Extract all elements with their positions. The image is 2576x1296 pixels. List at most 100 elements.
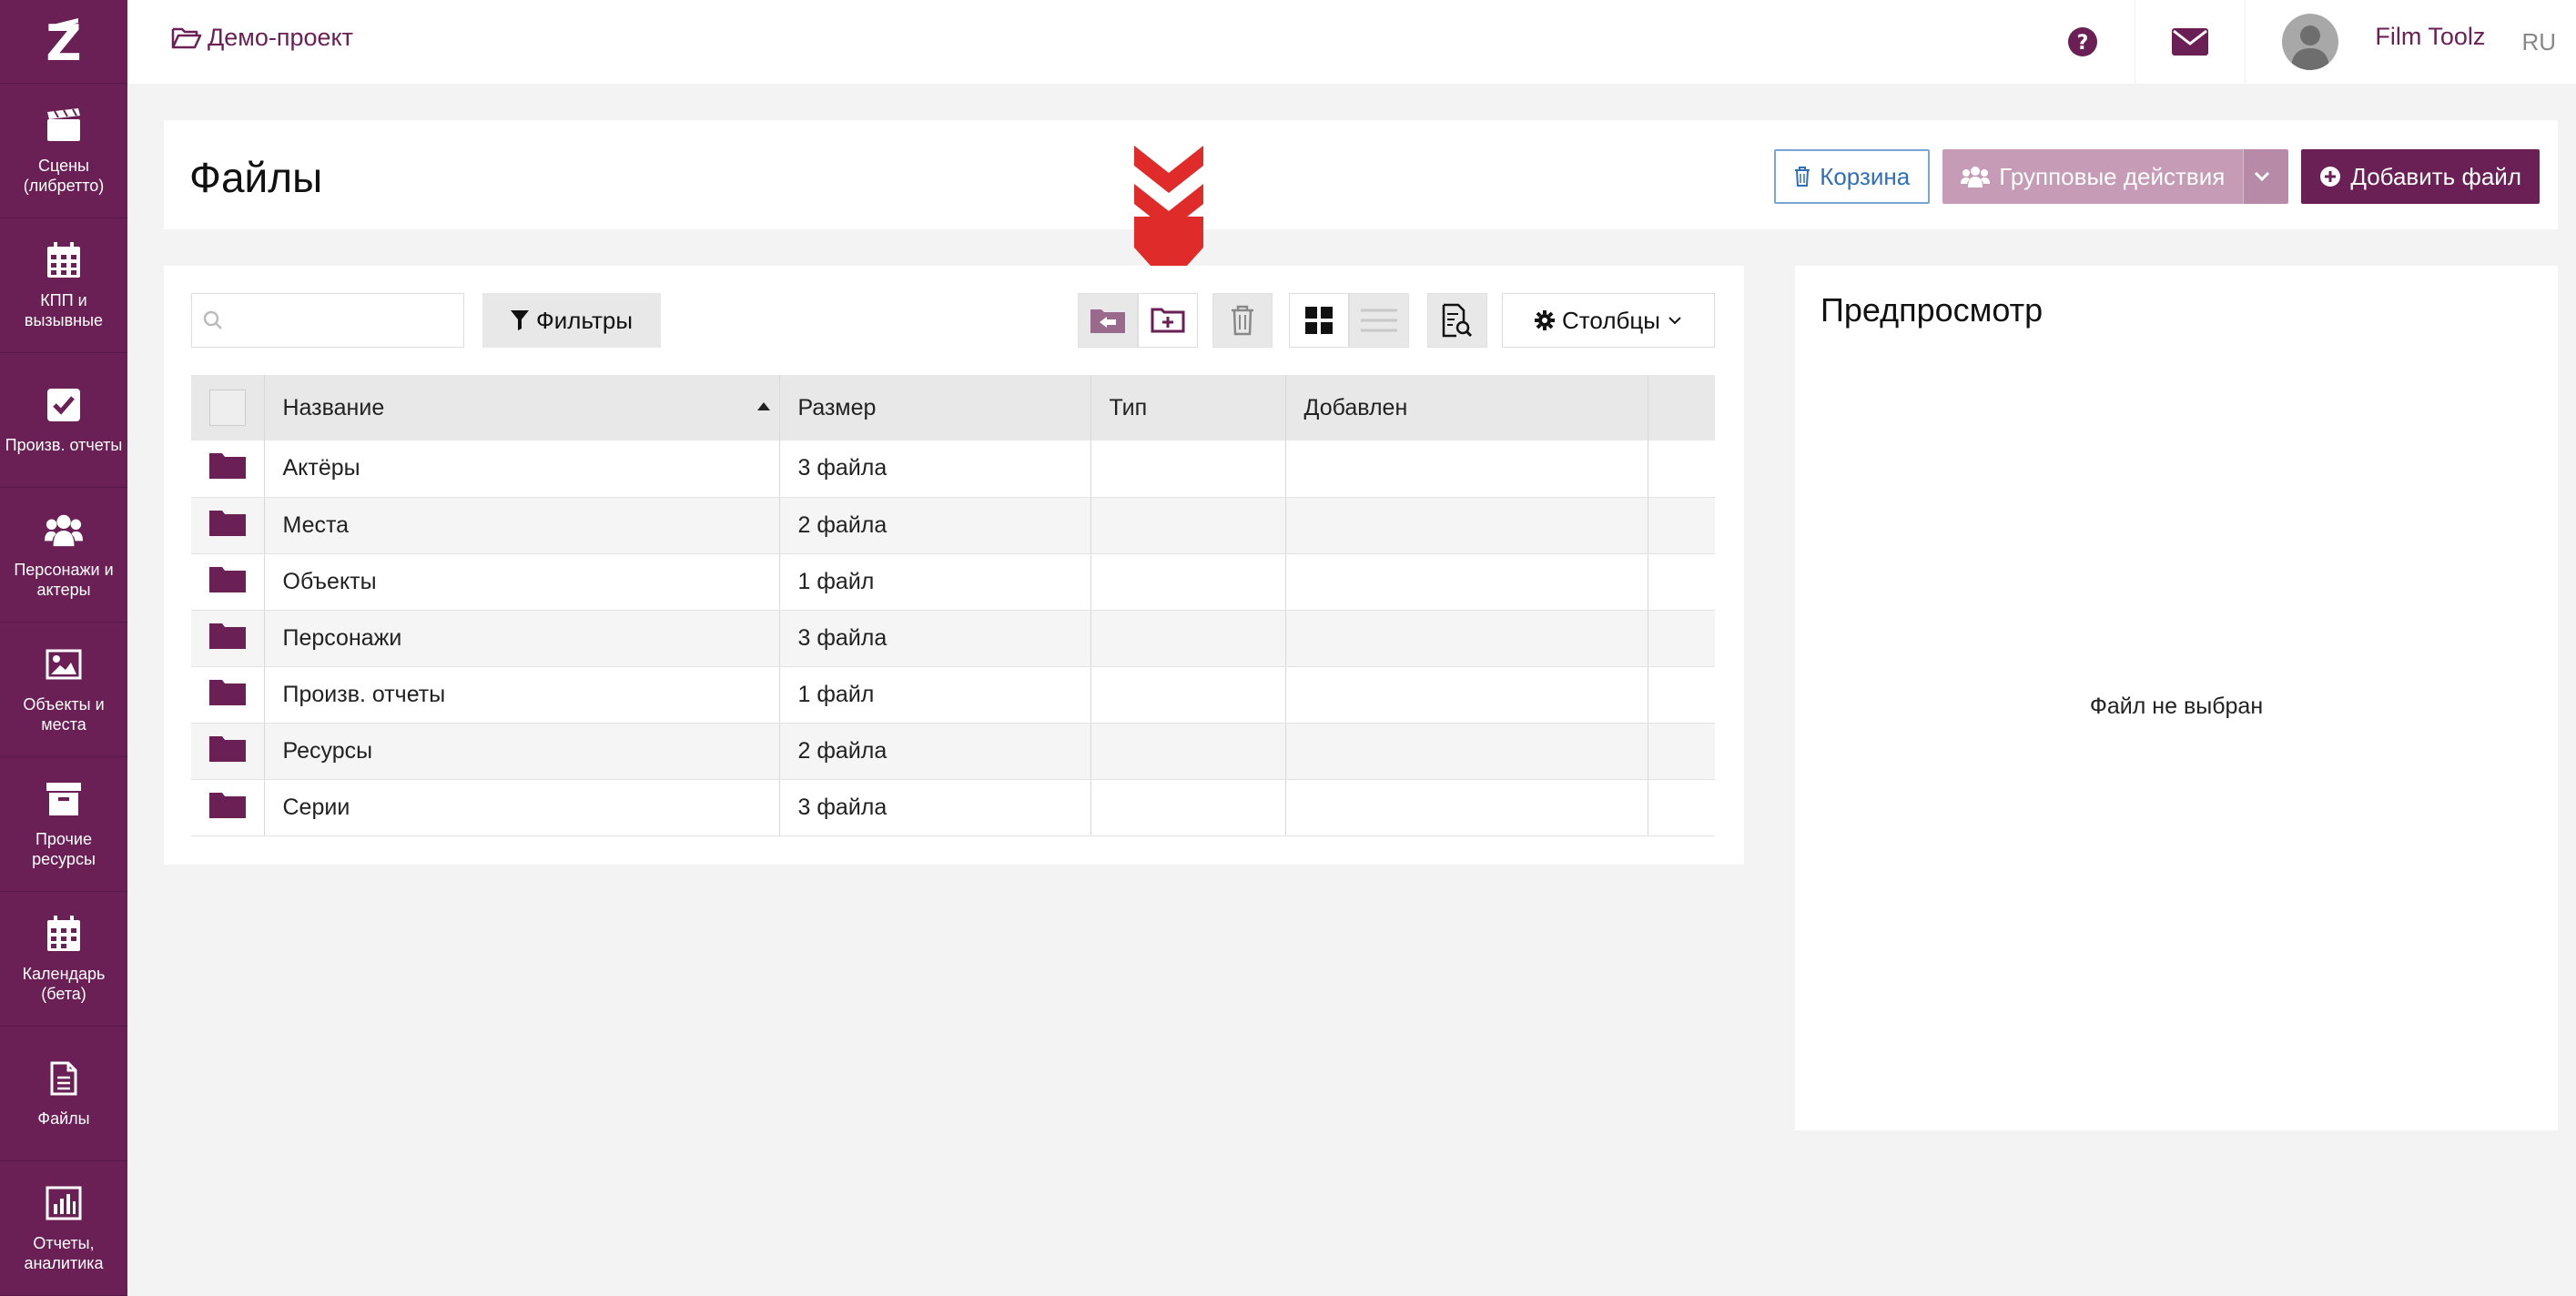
cell-type — [1090, 440, 1286, 498]
users-icon — [1961, 167, 1991, 187]
sidebar-item-label: КПП и вызывные — [24, 290, 104, 329]
cell-size: 2 файла — [779, 723, 1091, 780]
table-row[interactable]: Актёры 3 файла — [191, 440, 1715, 498]
folder-icon — [209, 566, 246, 592]
group-actions-button[interactable]: Групповые действия — [1942, 149, 2244, 204]
filters-button[interactable]: Фильтры — [482, 293, 661, 348]
app-logo[interactable]: Z — [0, 0, 127, 84]
go-up-folder-button[interactable] — [1078, 293, 1138, 348]
table-row[interactable]: Ресурсы 2 файла — [191, 723, 1715, 780]
sidebar-item-objects[interactable]: Объекты и места — [0, 623, 127, 757]
grid-icon — [1305, 307, 1333, 334]
table-row[interactable]: Персонажи 3 файла — [191, 610, 1715, 667]
envelope-icon — [2172, 28, 2209, 56]
image-icon — [45, 645, 83, 683]
clapperboard-icon — [45, 106, 83, 145]
funnel-icon — [510, 310, 529, 330]
plus-circle-icon — [2320, 167, 2341, 187]
sidebar-item-kpp[interactable]: КПП и вызывные — [0, 218, 127, 353]
new-folder-button[interactable] — [1138, 293, 1198, 348]
grid-view-button[interactable] — [1289, 293, 1349, 348]
row-icon-cell — [191, 440, 265, 498]
user-menu[interactable]: Film Toolz — [2245, 0, 2485, 84]
cell-added — [1285, 553, 1648, 611]
add-file-button[interactable]: Добавить файл — [2301, 149, 2540, 204]
files-table: Название Размер Тип Добавлен Актёры 3 фай… — [191, 375, 1715, 836]
sidebar-item-resources[interactable]: Прочие ресурсы — [0, 757, 127, 892]
bar-chart-icon — [45, 1184, 83, 1222]
search-icon — [203, 310, 222, 329]
table-row[interactable]: Серии 3 файла — [191, 779, 1715, 836]
column-header-size[interactable]: Размер — [779, 375, 1091, 440]
cell-added — [1285, 440, 1648, 498]
cell-extra — [1648, 553, 1715, 611]
sidebar-item-label: Произв. отчеты — [5, 435, 123, 454]
group-actions-dropdown[interactable] — [2243, 149, 2289, 204]
folder-icon — [209, 623, 246, 649]
cell-extra — [1648, 779, 1715, 836]
cell-type — [1090, 723, 1286, 780]
column-header-extra — [1648, 375, 1715, 440]
row-icon-cell — [191, 497, 265, 554]
calendar-grid-icon — [45, 241, 83, 279]
select-all-checkbox[interactable] — [209, 390, 246, 426]
column-header-added[interactable]: Добавлен — [1285, 375, 1648, 440]
column-header-type[interactable]: Тип — [1090, 375, 1286, 440]
sidebar-item-label: Прочие ресурсы — [32, 829, 96, 868]
column-header-name[interactable]: Название — [264, 375, 780, 440]
page-header: Файлы Корзина Групповые действия Добавит… — [164, 120, 2558, 229]
sidebar-item-reports[interactable]: Произв. отчеты — [0, 353, 127, 488]
sidebar-item-label: Сцены (либретто) — [23, 156, 105, 195]
project-breadcrumb[interactable]: Демо-проект — [171, 24, 353, 52]
sidebar-item-label: Объекты и места — [23, 694, 105, 734]
language-switch[interactable]: RU — [2485, 28, 2576, 56]
file-icon — [45, 1059, 83, 1098]
cell-size: 2 файла — [779, 497, 1091, 554]
project-name: Демо-проект — [208, 24, 354, 51]
svg-text:?: ? — [2077, 32, 2089, 55]
preview-title: Предпросмотр — [1820, 291, 2044, 329]
messages-button[interactable] — [2135, 0, 2245, 84]
columns-button[interactable]: Столбцы — [1502, 293, 1715, 348]
add-file-label: Добавить файл — [2350, 162, 2521, 190]
checkbox-icon — [45, 386, 83, 424]
folder-back-icon — [1090, 309, 1125, 333]
sidebar-item-scenes[interactable]: Сцены (либретто) — [0, 84, 127, 218]
help-button[interactable]: ? — [2031, 0, 2135, 84]
sidebar-item-label: Персонажи и актеры — [14, 560, 114, 599]
table-row[interactable]: Объекты 1 файл — [191, 553, 1715, 611]
sort-asc-icon — [756, 402, 770, 410]
trash-icon — [1232, 305, 1253, 336]
table-row[interactable]: Места 2 файла — [191, 497, 1715, 554]
delete-button[interactable] — [1212, 293, 1273, 348]
folder-icon — [209, 510, 246, 536]
cell-added — [1285, 497, 1648, 554]
cell-name: Места — [264, 497, 780, 554]
group-actions-label: Групповые действия — [1999, 162, 2226, 190]
cell-added — [1285, 666, 1648, 724]
cell-added — [1285, 723, 1648, 780]
trash-label: Корзина — [1820, 162, 1911, 190]
header-label: Тип — [1109, 394, 1148, 420]
preview-toggle-button[interactable] — [1427, 293, 1487, 348]
cell-name: Ресурсы — [264, 723, 780, 780]
sidebar-item-analytics[interactable]: Отчеты, аналитика — [0, 1161, 127, 1296]
cell-type — [1090, 666, 1286, 724]
list-view-button[interactable] — [1349, 293, 1409, 348]
cell-type — [1090, 553, 1286, 611]
user-name: Film Toolz — [2375, 22, 2486, 50]
top-bar: Демо-проект ? Film Toolz RU — [127, 0, 2576, 84]
chevron-down-icon — [1668, 317, 1681, 325]
cell-name: Серии — [264, 779, 780, 836]
sidebar-item-files[interactable]: Файлы — [0, 1027, 127, 1161]
archive-box-icon — [45, 780, 83, 818]
table-row[interactable]: Произв. отчеты 1 файл — [191, 666, 1715, 724]
header-label: Добавлен — [1303, 394, 1408, 420]
preview-panel: Предпросмотр Файл не выбран — [1795, 266, 2558, 1130]
trash-button[interactable]: Корзина — [1774, 149, 1931, 204]
filters-label: Фильтры — [535, 306, 634, 334]
search-box[interactable] — [191, 293, 464, 348]
search-input[interactable] — [232, 303, 451, 339]
sidebar-item-characters[interactable]: Персонажи и актеры — [0, 488, 127, 623]
sidebar-item-calendar[interactable]: Календарь (бета) — [0, 892, 127, 1027]
